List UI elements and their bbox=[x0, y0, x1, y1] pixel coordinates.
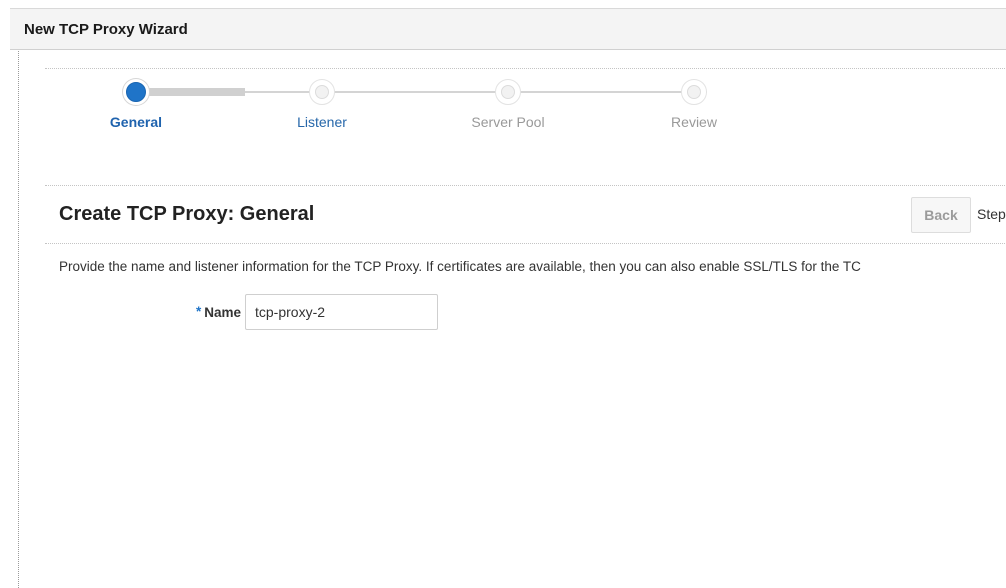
wizard-title-bar: New TCP Proxy Wizard bbox=[10, 8, 1006, 50]
step-indicator: Step bbox=[977, 206, 1006, 222]
name-label: * Name bbox=[196, 304, 241, 320]
name-label-text: Name bbox=[204, 305, 241, 320]
page-title: Create TCP Proxy: General bbox=[59, 203, 315, 225]
name-field-row: * Name bbox=[169, 294, 459, 330]
wizard-title: New TCP Proxy Wizard bbox=[24, 21, 188, 38]
train-stop-general[interactable] bbox=[123, 79, 149, 105]
train-label-review: Review bbox=[671, 114, 717, 130]
train-stop-listener[interactable] bbox=[309, 79, 335, 105]
train-stop-review bbox=[681, 79, 707, 105]
wizard-content: General Listener Server Pool Review Crea… bbox=[18, 51, 1006, 588]
train-label-server-pool: Server Pool bbox=[471, 114, 545, 130]
train-connector-completed bbox=[149, 88, 245, 96]
train-connector-3 bbox=[521, 91, 707, 93]
name-input[interactable] bbox=[245, 294, 438, 330]
required-indicator: * bbox=[195, 304, 202, 319]
back-button[interactable]: Back bbox=[911, 197, 971, 233]
train-stop-server-pool bbox=[495, 79, 521, 105]
train-label-general[interactable]: General bbox=[76, 114, 196, 130]
wizard-dialog: New TCP Proxy Wizard General Listener Se… bbox=[0, 0, 1006, 588]
train-label-listener[interactable]: Listener bbox=[262, 114, 382, 130]
header-divider bbox=[45, 243, 1006, 244]
page-instructions: Provide the name and listener informatio… bbox=[59, 259, 861, 274]
train-connector-2 bbox=[335, 91, 521, 93]
step-train: General Listener Server Pool Review bbox=[45, 68, 1006, 186]
